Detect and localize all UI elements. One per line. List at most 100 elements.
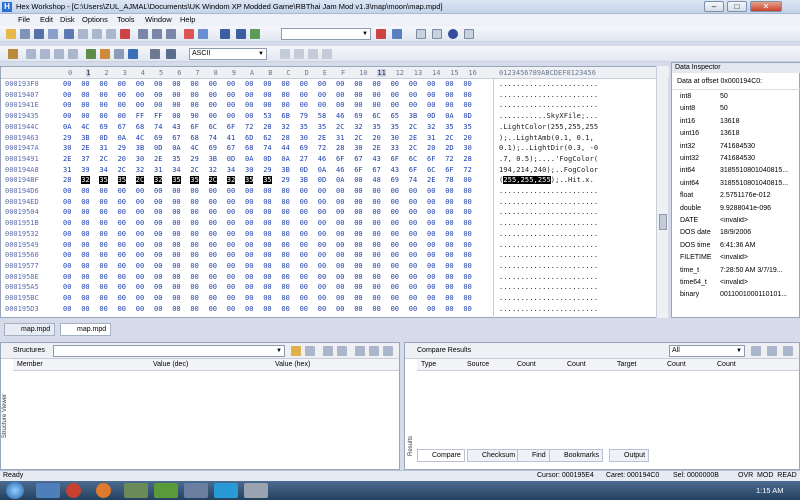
inspector-value[interactable]: 741684530	[720, 155, 798, 162]
hex-byte[interactable]: 00	[172, 305, 180, 313]
hex-byte[interactable]: 00	[190, 187, 198, 195]
hex-byte[interactable]: 00	[118, 219, 126, 227]
hex-byte[interactable]: 00	[136, 283, 144, 291]
hex-byte[interactable]: 00	[190, 230, 198, 238]
hex-byte[interactable]: 00	[391, 230, 399, 238]
hex-byte[interactable]: 20	[427, 144, 435, 152]
hex-byte[interactable]: 6F	[427, 155, 435, 163]
inspector-value[interactable]: 0011001000110101...	[720, 291, 798, 298]
paste-special-icon[interactable]	[106, 29, 116, 39]
hex-byte[interactable]: 00	[118, 262, 126, 270]
hex-byte[interactable]: 00	[409, 251, 417, 259]
hex-byte[interactable]: 00	[300, 198, 308, 206]
hex-byte[interactable]: 00	[354, 262, 362, 270]
hex-byte[interactable]: 35	[172, 176, 181, 185]
hex-byte[interactable]: 00	[263, 187, 271, 195]
clear-results-icon[interactable]	[783, 346, 793, 356]
hex-byte[interactable]: 35	[445, 123, 453, 131]
hex-byte[interactable]: 00	[118, 198, 126, 206]
hex-byte[interactable]: 00	[354, 283, 362, 291]
compare-filter-select[interactable]: All ▼	[669, 345, 745, 357]
hex-byte[interactable]: 00	[318, 230, 326, 238]
hex-byte[interactable]: 00	[336, 251, 344, 259]
hex-byte[interactable]: 00	[63, 187, 71, 195]
menu-options[interactable]: Options	[82, 15, 108, 24]
ascii-text[interactable]: .......................	[499, 294, 598, 302]
inspector-value[interactable]: 18/9/2006	[720, 229, 798, 236]
hex-byte[interactable]: 6B	[281, 112, 289, 120]
hex-byte[interactable]: 2C	[409, 144, 417, 152]
inspector-value[interactable]: <invalid>	[720, 279, 798, 286]
hex-byte[interactable]: 00	[172, 208, 180, 216]
hex-byte[interactable]: 32	[154, 176, 163, 185]
hex-byte[interactable]: 00	[445, 208, 453, 216]
hex-byte[interactable]: 00	[391, 241, 399, 249]
inspector-row[interactable]: DATE <invalid>	[672, 217, 800, 229]
hex-byte[interactable]: 41	[227, 134, 235, 142]
hex-byte[interactable]: 00	[81, 80, 89, 88]
hex-byte[interactable]: 00	[227, 198, 235, 206]
tab-map-mpd-1[interactable]: map.mpd	[4, 323, 56, 336]
hex-byte[interactable]: 00	[99, 283, 107, 291]
hex-byte[interactable]: 00	[263, 208, 271, 216]
target-count2-column[interactable]: Count	[717, 361, 736, 368]
ascii-text[interactable]: .......................	[499, 273, 598, 281]
hex-byte[interactable]: 00	[263, 294, 271, 302]
hex-byte[interactable]: 00	[172, 273, 180, 281]
hex-editor[interactable]: 0 1 2 3 4 5 6 7 8 9 A B C D E F 10 11 12 13 14 15 16 0123456789…	[0, 66, 669, 319]
inspector-value[interactable]: 13618	[720, 118, 798, 125]
hex-byte[interactable]: 00	[372, 273, 380, 281]
hex-byte[interactable]: 00	[409, 283, 417, 291]
hex-byte[interactable]: 2E	[318, 134, 326, 142]
hex-byte[interactable]: 32	[226, 176, 236, 185]
copy-results-icon[interactable]	[751, 346, 761, 356]
value-hex-column[interactable]: Value (hex)	[275, 361, 310, 368]
ascii-text[interactable]: .......................	[499, 208, 598, 216]
hex-byte[interactable]: 00	[391, 187, 399, 195]
hex-byte[interactable]: 00	[463, 305, 471, 313]
hex-byte[interactable]: 00	[99, 241, 107, 249]
hex-byte[interactable]: 00	[227, 187, 235, 195]
hex-byte[interactable]: 00	[281, 230, 289, 238]
hex-byte[interactable]: 2E	[409, 134, 417, 142]
target-count-column[interactable]: Count	[667, 361, 686, 368]
ascii-text[interactable]: .......................	[499, 198, 598, 206]
hex-byte[interactable]: 79	[300, 112, 308, 120]
inspector-value[interactable]: 741684530	[720, 143, 798, 150]
hex-row[interactable]: 00019504 00 00 00 00 00 00 00 00 00 00 00 00 00 00 00 00…	[1, 208, 661, 218]
ascii-text[interactable]: .......................	[499, 305, 598, 313]
hex-byte[interactable]: 44	[281, 144, 289, 152]
statistics-icon[interactable]	[128, 49, 138, 59]
hex-byte[interactable]: 00	[409, 294, 417, 302]
hex-byte[interactable]: 00	[463, 198, 471, 206]
hex-byte[interactable]: 00	[318, 241, 326, 249]
hex-byte[interactable]: 00	[445, 230, 453, 238]
hex-byte[interactable]: 00	[409, 208, 417, 216]
checksum-icon[interactable]	[100, 49, 110, 59]
hex-byte[interactable]: 00	[463, 176, 471, 184]
hex-byte[interactable]: 00	[136, 230, 144, 238]
hex-byte[interactable]: 74	[409, 176, 417, 184]
hex-byte[interactable]: 00	[391, 294, 399, 302]
hex-byte[interactable]: 4C	[81, 123, 89, 131]
inspector-row[interactable]: uint8 50	[672, 105, 800, 117]
hex-row[interactable]: 00019560 00 00 00 00 00 00 00 00 00 00 00 00 00 00 00 00…	[1, 251, 661, 261]
hex-byte[interactable]: 00	[136, 273, 144, 281]
undo-icon[interactable]	[184, 29, 194, 39]
hex-byte[interactable]: 72	[318, 144, 326, 152]
hex-byte[interactable]: 00	[300, 91, 308, 99]
hex-byte[interactable]: 00	[318, 294, 326, 302]
hex-byte[interactable]: 00	[281, 187, 289, 195]
hex-byte[interactable]: 00	[245, 187, 253, 195]
hex-byte[interactable]: 31	[99, 144, 107, 152]
hex-byte[interactable]: 3B	[409, 112, 417, 120]
hex-byte[interactable]: 00	[136, 262, 144, 270]
ascii-text[interactable]: .LightColor(255,255,255	[499, 123, 598, 131]
hex-byte[interactable]: 00	[427, 198, 435, 206]
last-record-icon[interactable]	[322, 49, 332, 59]
inspector-row[interactable]: binary 0011001000110101...	[672, 291, 800, 303]
hex-byte[interactable]: 00	[300, 241, 308, 249]
hex-byte[interactable]: 00	[263, 273, 271, 281]
hex-byte[interactable]: 43	[372, 155, 380, 163]
hex-byte[interactable]: 32	[354, 123, 362, 131]
